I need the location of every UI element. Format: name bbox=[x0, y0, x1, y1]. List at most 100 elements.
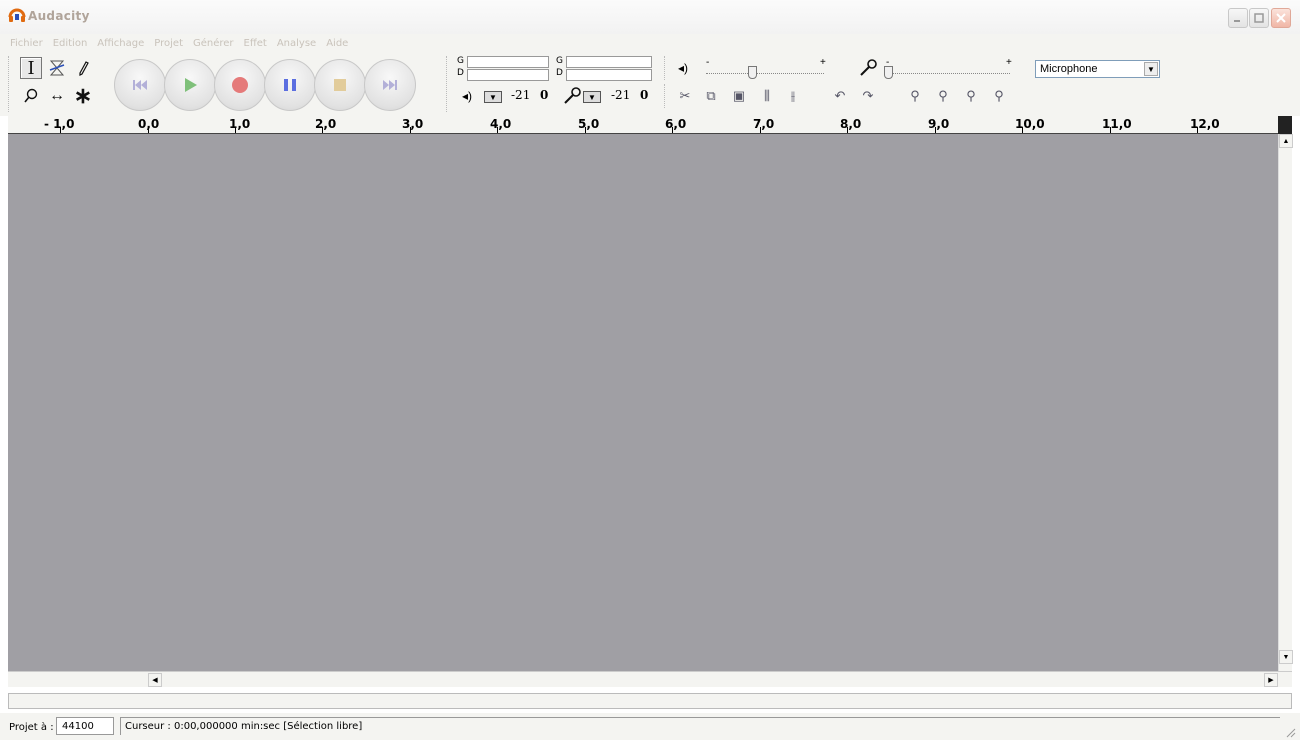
skip-to-start-button[interactable] bbox=[114, 59, 166, 111]
ruler-label: 4,0 bbox=[490, 117, 512, 131]
paste-button[interactable]: ▣ bbox=[728, 86, 750, 106]
copy-icon: ⧉ bbox=[706, 88, 716, 103]
draw-tool-button[interactable] bbox=[72, 57, 94, 79]
mixer-grip[interactable] bbox=[664, 56, 667, 80]
zoom-out-icon: ⚲ bbox=[938, 88, 948, 103]
playback-db-min: -21 bbox=[511, 88, 531, 102]
redo-icon: ↷ bbox=[862, 88, 874, 103]
scroll-right-button[interactable]: ▶ bbox=[1264, 673, 1278, 687]
magnifier-icon bbox=[24, 88, 38, 103]
scroll-left-button[interactable]: ◀ bbox=[148, 673, 162, 687]
paste-icon: ▣ bbox=[732, 88, 746, 103]
scroll-down-button[interactable]: ▼ bbox=[1279, 650, 1293, 664]
zoom-in-button[interactable]: ⚲ bbox=[904, 86, 926, 106]
playback-meter-right bbox=[467, 69, 549, 81]
input-volume-track[interactable] bbox=[886, 73, 1010, 74]
trim-button[interactable]: ⫼ bbox=[756, 86, 778, 106]
record-meter-menu-button[interactable]: ▼ bbox=[583, 91, 601, 103]
ruler-tick bbox=[497, 127, 498, 133]
menu-bar: Fichier Edition Affichage Projet Générer… bbox=[0, 34, 1300, 53]
undo-button[interactable]: ↶ bbox=[829, 86, 851, 106]
play-button[interactable] bbox=[164, 59, 216, 111]
zoom-tool-button[interactable] bbox=[20, 85, 42, 107]
output-volume-track[interactable] bbox=[706, 73, 824, 74]
vertical-scrollbar[interactable]: ▲ ▼ bbox=[1278, 134, 1293, 671]
menu-effet[interactable]: Effet bbox=[244, 38, 267, 49]
multi-tool-button[interactable]: ∗ bbox=[72, 83, 94, 108]
stop-button[interactable] bbox=[314, 59, 366, 111]
ruler-tick bbox=[1197, 127, 1198, 133]
toolbar-grip[interactable] bbox=[8, 56, 11, 112]
ruler-tick bbox=[60, 127, 61, 133]
chevron-down-icon[interactable]: ▼ bbox=[1144, 62, 1158, 76]
envelope-icon bbox=[49, 60, 65, 76]
redo-button[interactable]: ↷ bbox=[857, 86, 879, 106]
scroll-up-button[interactable]: ▲ bbox=[1279, 134, 1293, 148]
close-button[interactable] bbox=[1271, 8, 1291, 28]
record-left-label: G bbox=[556, 56, 563, 66]
dropdown-arrow-icon: ▼ bbox=[588, 92, 596, 102]
maximize-button[interactable] bbox=[1249, 8, 1269, 28]
selection-tool-button[interactable]: I bbox=[20, 57, 42, 79]
envelope-tool-button[interactable] bbox=[46, 57, 68, 79]
project-rate-input[interactable]: 44100 bbox=[56, 717, 114, 735]
chevron-left-icon: ◀ bbox=[152, 677, 158, 684]
zoom-out-button[interactable]: ⚲ bbox=[932, 86, 954, 106]
output-slider-min: - bbox=[706, 57, 710, 68]
playback-meter-menu-button[interactable]: ▼ bbox=[484, 91, 502, 103]
ruler-tick bbox=[322, 127, 323, 133]
copy-button[interactable]: ⧉ bbox=[700, 86, 722, 106]
menu-affichage[interactable]: Affichage bbox=[97, 38, 144, 49]
skip-to-end-button[interactable] bbox=[364, 59, 416, 111]
selection-bar bbox=[8, 693, 1292, 709]
ruler-label: 2,0 bbox=[315, 117, 337, 131]
ruler-label: 7,0 bbox=[753, 117, 775, 131]
ruler-label: 1,0 bbox=[229, 117, 251, 131]
ruler-end-cap bbox=[1278, 116, 1292, 134]
ruler-label: 12,0 bbox=[1190, 117, 1220, 131]
minimize-button[interactable] bbox=[1228, 8, 1248, 28]
chevron-right-icon: ▶ bbox=[1268, 677, 1274, 684]
ruler-label: 3,0 bbox=[402, 117, 424, 131]
menu-aide[interactable]: Aide bbox=[326, 38, 348, 49]
output-volume-thumb[interactable] bbox=[748, 66, 757, 79]
ruler-label: 6,0 bbox=[665, 117, 687, 131]
status-bar: Projet à : 44100 Curseur : 0:00,000000 m… bbox=[0, 713, 1300, 740]
edit-grip[interactable] bbox=[664, 84, 667, 108]
record-db-max: 0 bbox=[640, 88, 649, 102]
fit-selection-button[interactable]: ⚲ bbox=[960, 86, 982, 106]
ruler-label: 9,0 bbox=[928, 117, 950, 131]
zoom-in-icon: ⚲ bbox=[910, 88, 920, 103]
silence-button[interactable]: ⫲ bbox=[782, 86, 804, 106]
window-title: Audacity bbox=[28, 9, 90, 23]
resize-grip-icon[interactable] bbox=[1284, 726, 1296, 738]
cursor-status-text: Curseur : 0:00,000000 min:sec [Sélection… bbox=[120, 717, 1280, 735]
timeshift-tool-button[interactable]: ↔ bbox=[46, 85, 68, 107]
menu-generer[interactable]: Générer bbox=[193, 38, 234, 49]
fit-selection-icon: ⚲ bbox=[966, 88, 976, 103]
audacity-logo-icon bbox=[8, 8, 26, 22]
input-volume-thumb[interactable] bbox=[884, 66, 893, 79]
track-panel[interactable] bbox=[8, 134, 1278, 671]
dropdown-arrow-icon: ▼ bbox=[489, 92, 497, 102]
trim-icon: ⫼ bbox=[764, 88, 770, 103]
menu-fichier[interactable]: Fichier bbox=[10, 38, 43, 49]
horizontal-scrollbar[interactable]: ◀ ▶ bbox=[8, 671, 1292, 687]
pencil-icon bbox=[79, 61, 89, 76]
pause-button[interactable] bbox=[264, 59, 316, 111]
input-source-select[interactable]: Microphone ▼ bbox=[1035, 60, 1160, 78]
input-volume-icon bbox=[860, 59, 877, 76]
meter-grip[interactable] bbox=[446, 56, 449, 112]
ruler-tick bbox=[148, 127, 149, 133]
record-button[interactable] bbox=[214, 59, 266, 111]
ruler-tick bbox=[672, 127, 673, 133]
menu-edition[interactable]: Edition bbox=[53, 38, 88, 49]
menu-projet[interactable]: Projet bbox=[154, 38, 183, 49]
menu-analyse[interactable]: Analyse bbox=[277, 38, 316, 49]
minimize-icon bbox=[1234, 20, 1240, 22]
microphone-icon bbox=[564, 87, 581, 104]
timeline-ruler[interactable]: - 1,0 0,0 1,0 2,0 3,0 4,0 5,0 6,0 7,0 8,… bbox=[8, 116, 1278, 134]
fit-project-button[interactable]: ⚲ bbox=[988, 86, 1010, 106]
cut-button[interactable]: ✂ bbox=[674, 86, 696, 106]
skip-end-icon bbox=[383, 80, 397, 90]
